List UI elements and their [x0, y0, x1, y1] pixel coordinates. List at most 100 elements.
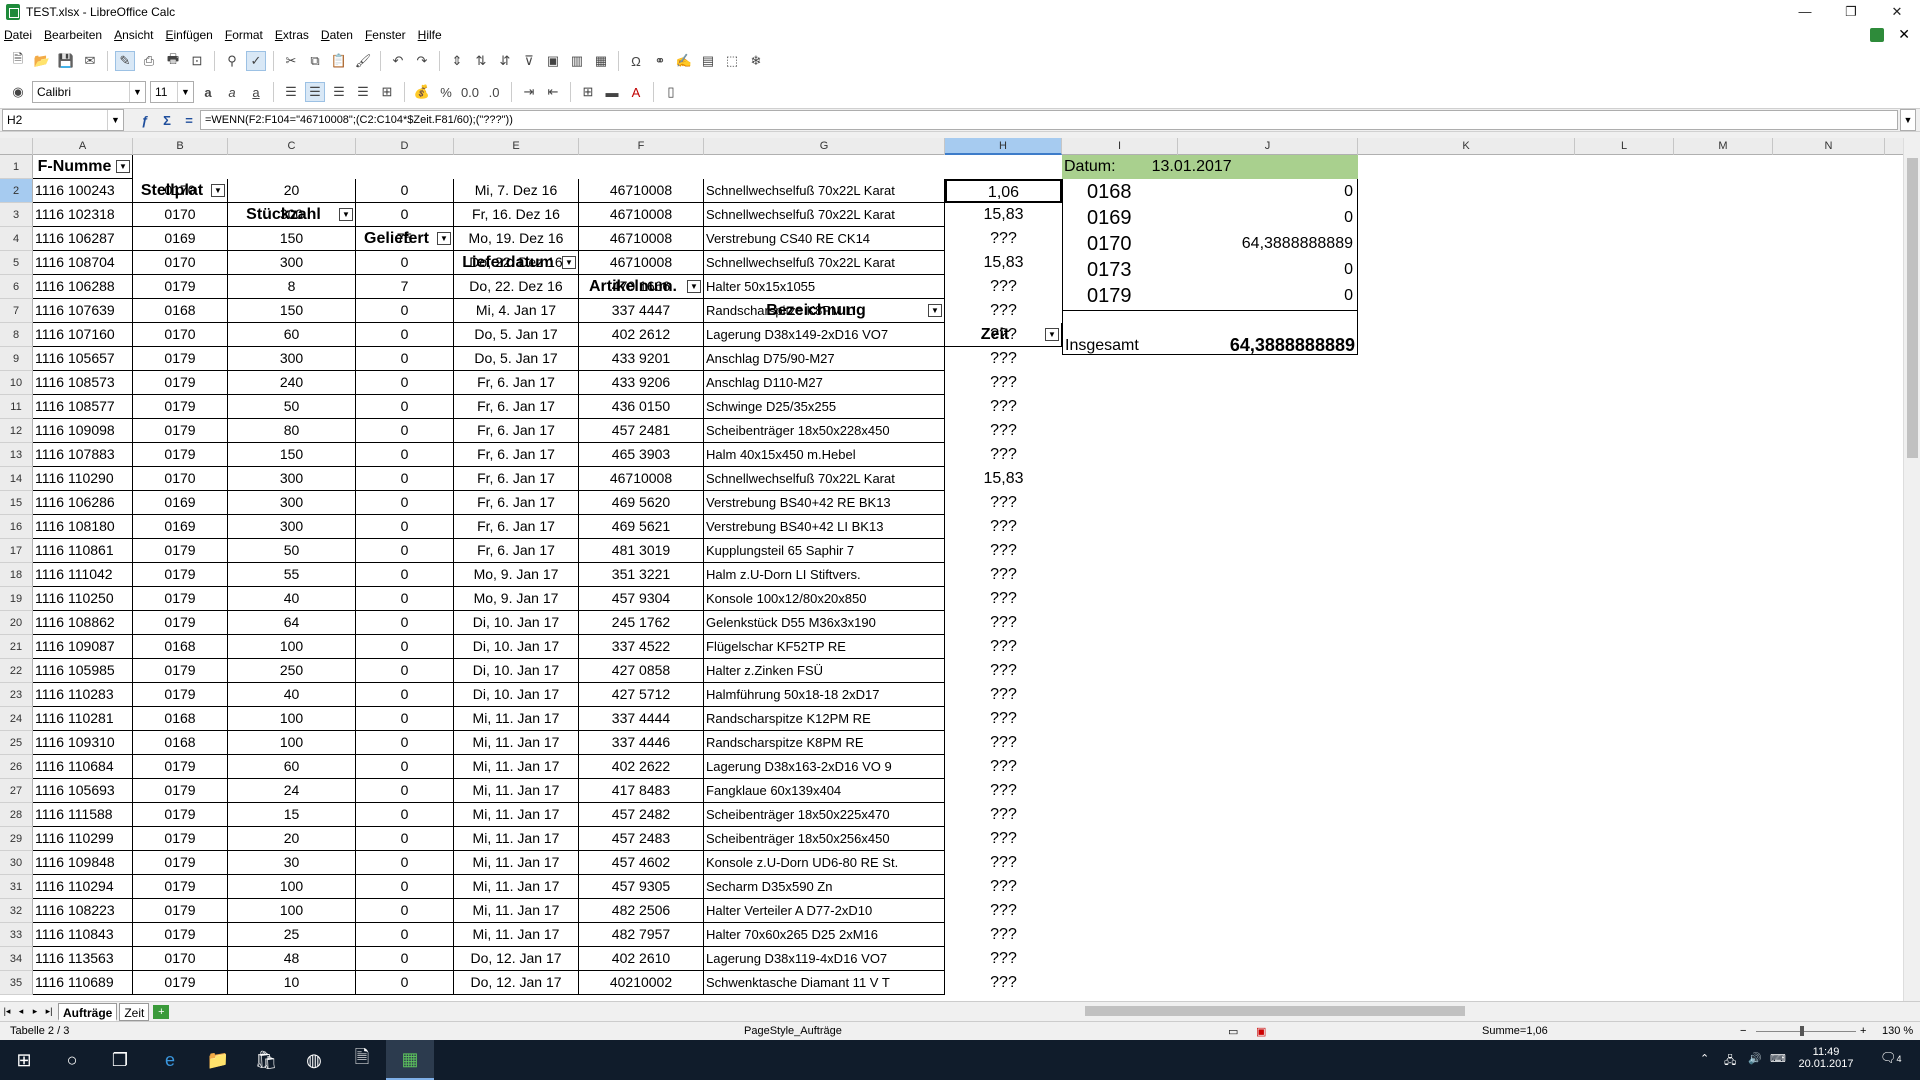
- data-cell[interactable]: 7: [356, 275, 454, 299]
- row-header-15[interactable]: 15: [0, 491, 33, 515]
- headers-footers-icon[interactable]: ▤: [698, 51, 718, 71]
- sidebar-toggle-icon[interactable]: ▯: [661, 82, 681, 102]
- menu-bearbeiten[interactable]: Bearbeiten: [44, 28, 102, 42]
- data-cell[interactable]: Konsole 100x12/80x20x850: [704, 587, 945, 611]
- data-cell[interactable]: Mi, 11. Jan 17: [454, 707, 579, 731]
- data-cell[interactable]: ???: [945, 899, 1062, 923]
- data-cell[interactable]: 0179: [133, 875, 228, 899]
- horizontal-scroll-thumb[interactable]: [1085, 1006, 1465, 1016]
- data-cell[interactable]: ???: [945, 971, 1062, 995]
- row-header-35[interactable]: 35: [0, 971, 33, 995]
- data-cell[interactable]: Anschlag D75/90-M27: [704, 347, 945, 371]
- data-cell[interactable]: 15,83: [945, 467, 1062, 491]
- chevron-down-icon[interactable]: ▼: [1901, 110, 1915, 130]
- row-header-26[interactable]: 26: [0, 755, 33, 779]
- data-cell[interactable]: Fr, 6. Jan 17: [454, 467, 579, 491]
- data-cell[interactable]: 1116 109087: [33, 635, 133, 659]
- data-cell[interactable]: 1116 110294: [33, 875, 133, 899]
- search-icon[interactable]: ○: [48, 1040, 96, 1080]
- data-cell[interactable]: 240: [228, 371, 356, 395]
- zoom-slider[interactable]: [1756, 1031, 1856, 1032]
- data-cell[interactable]: 1116 110861: [33, 539, 133, 563]
- data-cell[interactable]: ???: [945, 563, 1062, 587]
- data-cell[interactable]: 0: [356, 419, 454, 443]
- data-cell[interactable]: Verstrebung CS40 RE CK14: [704, 227, 945, 251]
- data-cell[interactable]: Mi, 11. Jan 17: [454, 851, 579, 875]
- close-button[interactable]: ✕: [1874, 0, 1920, 24]
- column-header-n[interactable]: N: [1773, 138, 1885, 155]
- data-cell[interactable]: Schnellwechselfuß 70x22L Karat: [704, 179, 945, 203]
- data-cell[interactable]: 20: [228, 827, 356, 851]
- row-header-4[interactable]: 4: [0, 227, 33, 251]
- data-cell[interactable]: Fr, 6. Jan 17: [454, 515, 579, 539]
- data-cell[interactable]: 1116 107160: [33, 323, 133, 347]
- outdent-icon[interactable]: ⇤: [543, 82, 563, 102]
- data-cell[interactable]: ???: [945, 275, 1062, 299]
- row-header-8[interactable]: 8: [0, 323, 33, 347]
- save-icon[interactable]: 💾: [56, 51, 76, 71]
- data-cell[interactable]: Fr, 6. Jan 17: [454, 443, 579, 467]
- data-cell[interactable]: 0: [356, 923, 454, 947]
- styles-icon[interactable]: ◉: [8, 82, 28, 102]
- merge-cells-icon[interactable]: ⊞: [377, 82, 397, 102]
- data-cell[interactable]: 0179: [133, 755, 228, 779]
- print-icon[interactable]: 🖶: [163, 51, 183, 71]
- data-cell[interactable]: 0179: [133, 803, 228, 827]
- data-cell[interactable]: Schwinge D25/35x255: [704, 395, 945, 419]
- data-cell[interactable]: Halter Verteiler A D77-2xD10: [704, 899, 945, 923]
- data-cell[interactable]: 150: [228, 227, 356, 251]
- data-cell[interactable]: 0169: [133, 515, 228, 539]
- row-header-22[interactable]: 22: [0, 659, 33, 683]
- data-cell[interactable]: ???: [945, 659, 1062, 683]
- data-cell[interactable]: 457 9304: [579, 587, 704, 611]
- data-cell[interactable]: 0168: [133, 731, 228, 755]
- data-cell[interactable]: Mi, 4. Jan 17: [454, 299, 579, 323]
- row-header-6[interactable]: 6: [0, 275, 33, 299]
- menu-format[interactable]: Format: [225, 28, 263, 42]
- data-cell[interactable]: 46710008: [579, 203, 704, 227]
- data-cell[interactable]: 0169: [133, 491, 228, 515]
- data-cell[interactable]: 46710008: [579, 251, 704, 275]
- data-cell[interactable]: 469 5621: [579, 515, 704, 539]
- data-cell[interactable]: 0: [356, 515, 454, 539]
- data-cell[interactable]: Kupplungsteil 65 Saphir 7: [704, 539, 945, 563]
- data-cell[interactable]: 470 1666: [579, 275, 704, 299]
- data-cell[interactable]: Schnellwechselfuß 70x22L Karat: [704, 467, 945, 491]
- vertical-scroll-thumb[interactable]: [1907, 158, 1918, 458]
- edge-browser-icon[interactable]: e: [146, 1040, 194, 1080]
- data-cell[interactable]: Randscharspitze K8PM LI: [704, 299, 945, 323]
- freeze-icon[interactable]: ❄: [746, 51, 766, 71]
- maximize-button[interactable]: ❐: [1828, 0, 1874, 24]
- data-cell[interactable]: ???: [945, 803, 1062, 827]
- data-cell[interactable]: 300: [228, 203, 356, 227]
- data-cell[interactable]: 0179: [133, 683, 228, 707]
- data-cell[interactable]: 457 2483: [579, 827, 704, 851]
- sort-desc-icon[interactable]: ⇵: [495, 51, 515, 71]
- data-cell[interactable]: 0179: [133, 371, 228, 395]
- font-color-icon[interactable]: A: [626, 82, 646, 102]
- row-header-3[interactable]: 3: [0, 203, 33, 227]
- data-cell[interactable]: 48: [228, 947, 356, 971]
- data-cell[interactable]: ???: [945, 443, 1062, 467]
- data-cell[interactable]: 46710008: [579, 227, 704, 251]
- data-cell[interactable]: 427 5712: [579, 683, 704, 707]
- name-box[interactable]: H2 ▼: [2, 109, 124, 131]
- data-cell[interactable]: ???: [945, 779, 1062, 803]
- row-header-28[interactable]: 28: [0, 803, 33, 827]
- data-cell[interactable]: 60: [228, 323, 356, 347]
- expand-formula-button[interactable]: ▼: [1900, 109, 1916, 131]
- data-cell[interactable]: 0: [356, 779, 454, 803]
- data-cell[interactable]: 46710008: [579, 179, 704, 203]
- data-cell[interactable]: 0: [356, 851, 454, 875]
- data-cell[interactable]: 0179: [133, 587, 228, 611]
- column-header-g[interactable]: G: [704, 138, 945, 155]
- print-preview-icon[interactable]: ⊡: [187, 51, 207, 71]
- row-header-25[interactable]: 25: [0, 731, 33, 755]
- autofilter-icon[interactable]: ⊽: [519, 51, 539, 71]
- data-cell[interactable]: 1116 109098: [33, 419, 133, 443]
- data-cell[interactable]: 0179: [133, 443, 228, 467]
- data-cell[interactable]: ???: [945, 587, 1062, 611]
- data-cell[interactable]: Di, 10. Jan 17: [454, 683, 579, 707]
- data-cell[interactable]: 30: [228, 851, 356, 875]
- sum-icon[interactable]: Σ: [156, 110, 178, 130]
